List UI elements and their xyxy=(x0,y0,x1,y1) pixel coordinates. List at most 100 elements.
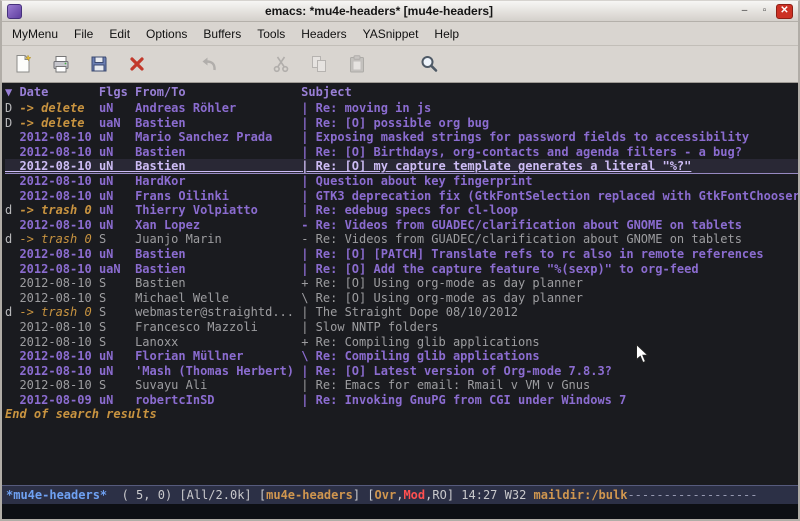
message-row[interactable]: 2012-08-10 S Michael Welle \ Re: [O] Usi… xyxy=(5,291,798,306)
new-file-button[interactable] xyxy=(8,50,38,78)
header-line: ▼ Date Flgs From/To Subject xyxy=(2,83,798,100)
message-row[interactable]: 2012-08-10 S Francesco Mazzoli | Slow NN… xyxy=(5,320,798,335)
subject-cell: | Re: [O] my capture template generates … xyxy=(301,159,691,173)
modeline-segment-red: Mod xyxy=(403,488,425,502)
message-row[interactable]: 2012-08-10 uN Frans Oilinki | GTK3 depre… xyxy=(5,189,798,204)
mark-cell xyxy=(5,174,19,188)
date-cell: -> trash 0 xyxy=(19,305,98,319)
date-cell: 2012-08-10 xyxy=(19,276,98,290)
message-row[interactable]: 2012-08-10 uN Bastien | Re: [O] Birthday… xyxy=(5,145,798,160)
minimize-button[interactable]: – xyxy=(736,4,753,19)
flags-cell: uN xyxy=(99,130,135,144)
modeline-segment-plain: [ xyxy=(367,488,374,502)
modeline-segment-plain: , xyxy=(396,488,403,502)
menu-item-headers[interactable]: Headers xyxy=(293,23,354,45)
mark-cell: D xyxy=(5,116,19,130)
mark-cell xyxy=(5,247,19,261)
kill-buffer-button[interactable] xyxy=(122,50,152,78)
date-cell: 2012-08-10 xyxy=(19,218,98,232)
message-row[interactable]: 2012-08-10 S Lanoxx + Re: Compiling glib… xyxy=(5,335,798,350)
date-cell: 2012-08-10 xyxy=(19,189,98,203)
modeline-segment-plain: [All/2.0k] xyxy=(179,488,258,502)
sort-direction-icon[interactable]: ▼ xyxy=(5,85,19,99)
modeline-segment-orange: maildir:/bulk xyxy=(534,488,628,502)
column-header-flags[interactable]: Flgs xyxy=(99,85,135,99)
modeline-segment-plain: ( 5, 0) xyxy=(107,488,179,502)
subject-cell: | Question about key fingerprint xyxy=(301,174,532,188)
message-row[interactable]: d -> trash 0 S webmaster@straightd... | … xyxy=(5,305,798,320)
date-cell: 2012-08-10 xyxy=(19,145,98,159)
mark-cell xyxy=(5,218,19,232)
emacs-app-icon[interactable] xyxy=(7,4,22,19)
cut-icon xyxy=(271,54,291,74)
menu-item-yasnippet[interactable]: YASnippet xyxy=(355,23,427,45)
save-button[interactable] xyxy=(84,50,114,78)
message-row[interactable]: d -> trash 0 S Juanjo Marin - Re: Videos… xyxy=(5,232,798,247)
message-row[interactable]: d -> trash 0 uN Thierry Volpiatto | Re: … xyxy=(5,203,798,218)
flags-cell: uN xyxy=(99,189,135,203)
flags-cell: uN xyxy=(99,174,135,188)
message-row[interactable]: 2012-08-10 S Suvayu Ali | Re: Emacs for … xyxy=(5,378,798,393)
print-button[interactable] xyxy=(46,50,76,78)
menu-item-options[interactable]: Options xyxy=(138,23,195,45)
subject-cell: - Re: Videos from GUADEC/clarification a… xyxy=(301,232,742,246)
menu-item-mymenu[interactable]: MyMenu xyxy=(4,23,66,45)
date-cell: 2012-08-09 xyxy=(19,393,98,407)
message-row[interactable]: D -> delete uN Andreas Röhler | Re: movi… xyxy=(5,101,798,116)
message-row[interactable]: 2012-08-10 uN Florian Müllner \ Re: Comp… xyxy=(5,349,798,364)
menu-item-help[interactable]: Help xyxy=(426,23,467,45)
column-header-date[interactable]: Date xyxy=(19,85,98,99)
date-cell: 2012-08-10 xyxy=(19,291,98,305)
cut-button xyxy=(266,50,296,78)
subject-cell: \ Re: Compiling glib applications xyxy=(301,349,539,363)
minibuffer[interactable] xyxy=(2,504,798,519)
message-row[interactable]: 2012-08-10 uN Bastien | Re: [O] [PATCH] … xyxy=(5,247,798,262)
from-cell: Bastien xyxy=(135,116,301,130)
message-row[interactable]: 2012-08-10 uaN Bastien | Re: [O] Add the… xyxy=(5,262,798,277)
paste-icon xyxy=(347,54,367,74)
menu-item-file[interactable]: File xyxy=(66,23,101,45)
from-cell: Michael Welle xyxy=(135,291,301,305)
from-cell: Mario Sanchez Prada xyxy=(135,130,301,144)
date-cell: 2012-08-10 xyxy=(19,247,98,261)
column-header-subject[interactable]: Subject xyxy=(301,85,352,99)
from-cell: HardKor xyxy=(135,174,301,188)
maximize-button[interactable]: ▫ xyxy=(756,4,773,19)
message-row[interactable]: 2012-08-10 uN Mario Sanchez Prada | Expo… xyxy=(5,130,798,145)
date-cell: -> trash 0 xyxy=(19,203,98,217)
message-row[interactable]: 2012-08-10 uN 'Mash (Thomas Herbert) | R… xyxy=(5,364,798,379)
subject-cell: | Re: [O] Latest version of Org-mode 7.8… xyxy=(301,364,612,378)
mark-cell xyxy=(5,159,19,173)
message-row[interactable]: 2012-08-10 uN Xan Lopez - Re: Videos fro… xyxy=(5,218,798,233)
menu-item-tools[interactable]: Tools xyxy=(249,23,293,45)
column-header-from[interactable]: From/To xyxy=(135,85,301,99)
flags-cell: uN xyxy=(99,364,135,378)
subject-cell: - Re: Videos from GUADEC/clarification a… xyxy=(301,218,742,232)
from-cell: Lanoxx xyxy=(135,335,301,349)
mark-cell: d xyxy=(5,203,19,217)
date-cell: 2012-08-10 xyxy=(19,174,98,188)
message-row[interactable]: 2012-08-10 uN Bastien | Re: [O] my captu… xyxy=(5,159,798,174)
close-buffer-icon xyxy=(127,54,147,74)
mark-cell xyxy=(5,378,19,392)
menu-item-edit[interactable]: Edit xyxy=(101,23,138,45)
message-row[interactable]: D -> delete uaN Bastien | Re: [O] possib… xyxy=(5,116,798,131)
modeline-segment-plain: W32 xyxy=(505,488,534,502)
date-cell: -> trash 0 xyxy=(19,232,98,246)
mark-cell xyxy=(5,130,19,144)
copy-icon xyxy=(309,54,329,74)
modeline-segment-plain: [ xyxy=(259,488,266,502)
flags-cell: uN xyxy=(99,247,135,261)
subject-cell: | Slow NNTP folders xyxy=(301,320,438,334)
subject-cell: | Re: moving in js xyxy=(301,101,431,115)
message-row[interactable]: 2012-08-09 uN robertcInSD | Re: Invoking… xyxy=(5,393,798,408)
from-cell: Frans Oilinki xyxy=(135,189,301,203)
mark-cell xyxy=(5,349,19,363)
message-row[interactable]: 2012-08-10 S Bastien + Re: [O] Using org… xyxy=(5,276,798,291)
close-button[interactable]: ✕ xyxy=(776,4,793,19)
menu-item-buffers[interactable]: Buffers xyxy=(195,23,249,45)
from-cell: Bastien xyxy=(135,276,301,290)
save-icon xyxy=(89,54,109,74)
message-row[interactable]: 2012-08-10 uN HardKor | Question about k… xyxy=(5,174,798,189)
search-button[interactable] xyxy=(414,50,444,78)
